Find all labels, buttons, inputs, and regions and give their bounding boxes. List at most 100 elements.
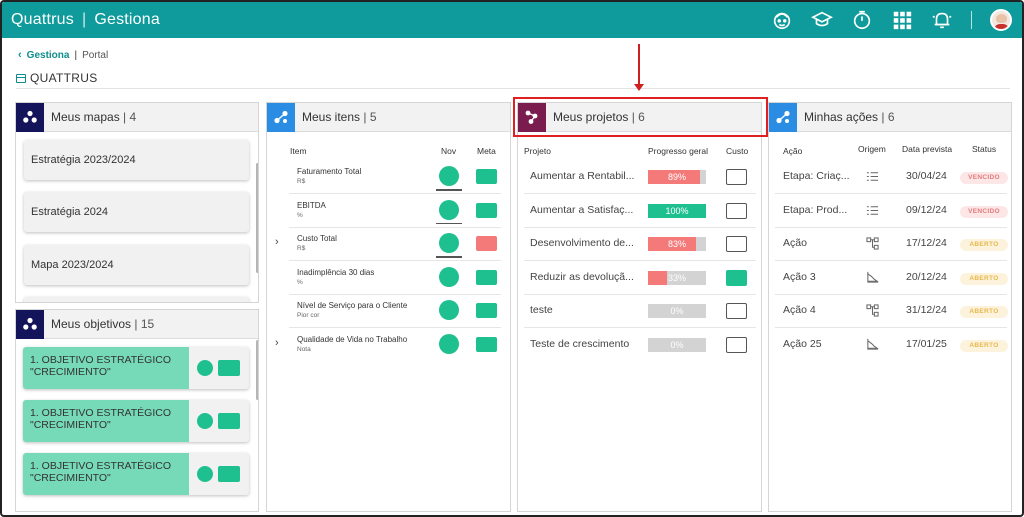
map-card[interactable]: Mapa 2023/2024 bbox=[24, 245, 249, 285]
item-name[interactable]: Nível de Serviço para o Cliente bbox=[297, 301, 407, 310]
row-divider bbox=[289, 293, 501, 295]
objective-card[interactable]: 1. OBJETIVO ESTRATÉGICO "CRECIMIENTO" bbox=[23, 453, 249, 495]
objective-card[interactable]: 1. OBJETIVO ESTRATÉGICO "CRECIMIENTO" bbox=[23, 347, 249, 389]
page-title-text: QUATTRUS bbox=[30, 71, 98, 85]
progress-label: 100% bbox=[665, 205, 689, 216]
row-divider bbox=[524, 226, 756, 228]
meta-indicator bbox=[476, 269, 497, 285]
status-badge: ABERTO bbox=[960, 239, 1008, 252]
column-header-progresso: Progresso geral bbox=[648, 146, 709, 156]
notification-bell-icon[interactable] bbox=[931, 9, 953, 31]
meta-indicator bbox=[218, 413, 240, 429]
app-window: Quattrus | Gestiona ‹ Gestiona | Portal … bbox=[0, 0, 1024, 517]
status-dot bbox=[197, 360, 213, 376]
status-dot bbox=[439, 334, 459, 354]
objective-label: 1. OBJETIVO ESTRATÉGICO "CRECIMIENTO" bbox=[23, 347, 189, 389]
nodes-icon bbox=[16, 103, 44, 132]
map-card-label: Mapa 2023/2024 bbox=[31, 259, 114, 271]
project-name[interactable]: Desenvolvimento de... bbox=[530, 237, 634, 249]
cost-indicator bbox=[726, 202, 747, 219]
support-icon[interactable] bbox=[771, 9, 793, 31]
due-date: 20/12/24 bbox=[906, 270, 947, 283]
status-badge: VENCIDO bbox=[960, 172, 1008, 184]
chevron-right-icon[interactable]: › bbox=[275, 236, 279, 248]
project-name[interactable]: Reduzir as devoluçã... bbox=[530, 271, 634, 283]
apps-grid-icon[interactable] bbox=[891, 9, 913, 31]
breadcrumb-current: Portal bbox=[82, 49, 109, 61]
project-name[interactable]: Aumentar a Satisfaç... bbox=[530, 204, 633, 216]
objective-label: 1. OBJETIVO ESTRATÉGICO "CRECIMIENTO" bbox=[23, 400, 189, 442]
action-name[interactable]: Ação bbox=[783, 237, 807, 249]
status-badge: VENCIDO bbox=[960, 205, 1008, 218]
arrow-head-icon bbox=[634, 84, 644, 91]
chevron-left-icon[interactable]: ‹ bbox=[18, 49, 22, 61]
top-bar: Quattrus | Gestiona bbox=[2, 2, 1022, 38]
chevron-right-icon[interactable]: › bbox=[275, 337, 279, 349]
meta-indicator bbox=[218, 360, 240, 376]
item-name[interactable]: EBITDA bbox=[297, 201, 326, 210]
progress-label: 83% bbox=[667, 239, 686, 250]
action-name[interactable]: Ação 3 bbox=[783, 271, 816, 283]
brand[interactable]: Quattrus | Gestiona bbox=[2, 11, 160, 29]
row-divider bbox=[775, 226, 1007, 228]
hierarchy-icon bbox=[866, 237, 879, 250]
timer-icon[interactable] bbox=[851, 9, 873, 31]
scrollbar-thumb[interactable] bbox=[256, 340, 258, 400]
status-underline bbox=[436, 222, 462, 225]
item-name[interactable]: Inadimplência 30 dias bbox=[297, 268, 374, 277]
column-header-data: Data prevista bbox=[902, 144, 953, 154]
item-name[interactable]: Custo Total bbox=[297, 234, 337, 243]
action-name[interactable]: Etapa: Criaç... bbox=[783, 170, 850, 182]
map-card[interactable]: Estratégia 2024 bbox=[24, 192, 249, 232]
panel-title: Meus itens | 5 bbox=[302, 110, 377, 124]
progress-label: 89% bbox=[667, 172, 686, 182]
user-avatar[interactable] bbox=[990, 9, 1012, 31]
progress-label: 33% bbox=[667, 272, 686, 283]
brand-name: Quattrus bbox=[11, 11, 74, 28]
row-divider bbox=[524, 327, 756, 329]
row-divider bbox=[524, 293, 756, 295]
graduation-cap-icon[interactable] bbox=[811, 9, 833, 31]
due-date: 17/12/24 bbox=[906, 237, 947, 250]
row-divider bbox=[289, 260, 501, 262]
item-unit: Nota bbox=[297, 346, 311, 353]
chart-icon bbox=[866, 271, 879, 284]
item-unit: % bbox=[297, 278, 303, 286]
map-card[interactable]: Estratégia 2023/2024 bbox=[24, 140, 249, 180]
project-name[interactable]: Aumentar a Rentabil... bbox=[530, 170, 634, 182]
item-name[interactable]: Qualidade de Vida no Trabalho bbox=[297, 335, 407, 344]
status-badge: ABERTO bbox=[960, 306, 1008, 319]
item-unit: R$ bbox=[297, 178, 306, 185]
map-card-partial[interactable] bbox=[24, 297, 249, 302]
meta-indicator bbox=[476, 236, 497, 252]
panel-minhas-acoes: Minhas ações | 6 Ação Origem Data previs… bbox=[768, 102, 1012, 512]
chart-icon bbox=[866, 338, 879, 351]
highlight-box bbox=[513, 97, 768, 137]
action-name[interactable]: Ação 25 bbox=[783, 338, 822, 350]
row-divider bbox=[775, 193, 1007, 194]
meta-indicator bbox=[476, 337, 497, 352]
objective-card[interactable]: 1. OBJETIVO ESTRATÉGICO "CRECIMIENTO" bbox=[23, 400, 249, 442]
project-name[interactable]: Teste de crescimento bbox=[530, 338, 629, 350]
action-name[interactable]: Ação 4 bbox=[783, 304, 816, 316]
progress-bar: 33% bbox=[648, 270, 706, 285]
item-name[interactable]: Faturamento Total bbox=[297, 167, 361, 176]
scrollbar-thumb[interactable] bbox=[256, 163, 258, 273]
list-icon bbox=[866, 170, 879, 183]
meta-indicator bbox=[476, 202, 497, 218]
row-divider bbox=[524, 260, 756, 262]
hierarchy-icon bbox=[866, 304, 879, 317]
status-dot bbox=[439, 300, 459, 321]
meta-indicator bbox=[218, 466, 240, 482]
cost-indicator bbox=[726, 303, 747, 320]
breadcrumb-link-gestiona[interactable]: Gestiona bbox=[27, 50, 70, 61]
top-icons bbox=[753, 2, 1022, 38]
nodes-icon bbox=[769, 103, 797, 132]
action-name[interactable]: Etapa: Prod... bbox=[783, 204, 847, 216]
list-icon bbox=[866, 204, 879, 217]
panel-meus-projetos: Meus projetos | 6 Projeto Progresso gera… bbox=[517, 102, 762, 512]
panel-meus-mapas: Meus mapas | 4 Estratégia 2023/2024 Estr… bbox=[15, 102, 259, 303]
project-name[interactable]: teste bbox=[530, 304, 553, 316]
row-divider bbox=[775, 327, 1007, 329]
product-name: Gestiona bbox=[94, 11, 160, 28]
